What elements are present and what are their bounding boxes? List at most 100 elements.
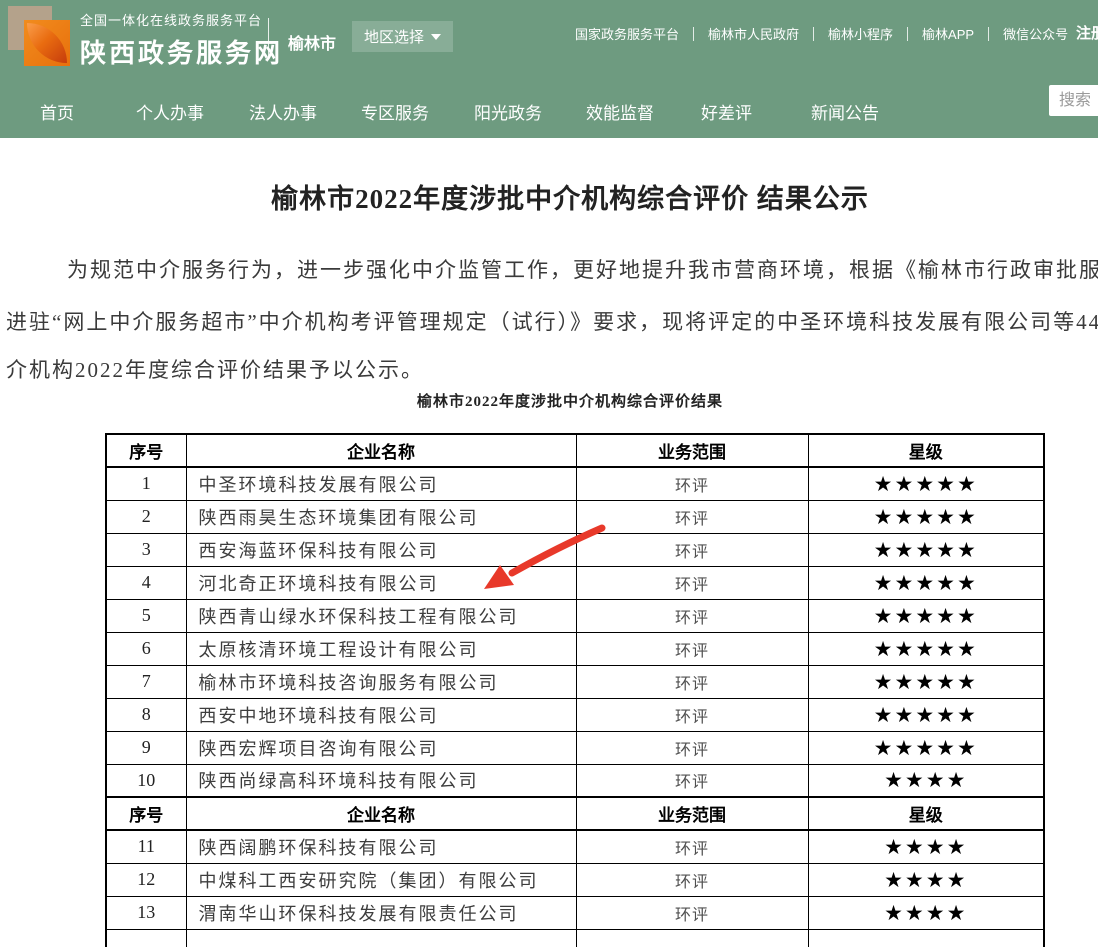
cell-scope: 环评: [576, 731, 808, 764]
link-separator: [813, 27, 814, 41]
cell-company: 陕西尚绿高科环境科技有限公司: [186, 764, 576, 797]
site-name: 陕西政务服务网: [80, 33, 283, 70]
table-row: 10陕西尚绿高科环境科技有限公司环评★★★★: [106, 764, 1044, 797]
top-links: 国家政务服务平台 榆林市人民政府 榆林小程序 榆林APP 微信公众号: [575, 24, 1068, 43]
cell-no: 5: [106, 599, 186, 632]
header-divider: [268, 18, 269, 58]
table-row: 5陕西青山绿水环保科技工程有限公司环评★★★★★: [106, 599, 1044, 632]
column-header: 业务范围: [576, 434, 808, 467]
cell-empty: [808, 929, 1044, 947]
nav-item-corporate[interactable]: 法人办事: [249, 99, 317, 124]
column-header: 序号: [106, 434, 186, 467]
cell-no: 4: [106, 566, 186, 599]
cell-stars: ★★★★★: [808, 533, 1044, 566]
cell-scope: 环评: [576, 698, 808, 731]
cell-no: 6: [106, 632, 186, 665]
cell-stars: ★★★★★: [808, 566, 1044, 599]
cell-no: 8: [106, 698, 186, 731]
region-selector-button[interactable]: 地区选择: [352, 21, 453, 52]
cell-no: 9: [106, 731, 186, 764]
cell-company: 中圣环境科技发展有限公司: [186, 467, 576, 500]
nav-item-open-government[interactable]: 阳光政务: [474, 99, 542, 124]
table-row: 9陕西宏辉项目咨询有限公司环评★★★★★: [106, 731, 1044, 764]
nav-item-home[interactable]: 首页: [40, 99, 74, 124]
top-link-app[interactable]: 榆林APP: [922, 24, 974, 43]
page-title: 榆林市2022年度涉批中介机构综合评价 结果公示: [0, 177, 1098, 216]
nav-item-efficiency-supervision[interactable]: 效能监督: [586, 99, 654, 124]
cell-company: 中煤科工西安研究院（集团）有限公司: [186, 863, 576, 896]
table-row: 7榆林市环境科技咨询服务有限公司环评★★★★★: [106, 665, 1044, 698]
chevron-down-icon: [431, 34, 441, 40]
nav-item-news[interactable]: 新闻公告: [811, 99, 879, 124]
column-header: 序号: [106, 797, 186, 830]
link-separator: [988, 27, 989, 41]
cell-stars: ★★★★★: [808, 731, 1044, 764]
cell-scope: 环评: [576, 533, 808, 566]
cell-stars: ★★★★: [808, 830, 1044, 863]
cell-company: 榆林市环境科技咨询服务有限公司: [186, 665, 576, 698]
table-row: 12中煤科工西安研究院（集团）有限公司环评★★★★: [106, 863, 1044, 896]
cell-stars: ★★★★: [808, 764, 1044, 797]
table-row: 6太原核清环境工程设计有限公司环评★★★★★: [106, 632, 1044, 665]
column-header: 星级: [808, 797, 1044, 830]
top-link-wechat[interactable]: 微信公众号: [1003, 24, 1068, 43]
cell-scope: 环评: [576, 566, 808, 599]
evaluation-table-body: 序号企业名称业务范围星级1中圣环境科技发展有限公司环评★★★★★2陕西雨昊生态环…: [106, 434, 1044, 947]
evaluation-table: 序号企业名称业务范围星级1中圣环境科技发展有限公司环评★★★★★2陕西雨昊生态环…: [105, 433, 1045, 947]
table-row: 13渭南华山环保科技发展有限责任公司环评★★★★: [106, 896, 1044, 929]
page: 全国一体化在线政务服务平台 陕西政务服务网 榆林市 地区选择 国家政务服务平台 …: [0, 0, 1098, 947]
cell-no: 12: [106, 863, 186, 896]
top-link-city-government[interactable]: 榆林市人民政府: [708, 24, 799, 43]
cell-company: 河北奇正环境科技有限公司: [186, 566, 576, 599]
table-caption: 榆林市2022年度涉批中介机构综合评价结果: [0, 390, 1098, 411]
cell-company: 西安中地环境科技有限公司: [186, 698, 576, 731]
column-header: 企业名称: [186, 434, 576, 467]
site-header: 全国一体化在线政务服务平台 陕西政务服务网 榆林市 地区选择 国家政务服务平台 …: [0, 0, 1098, 138]
nav-item-zone-services[interactable]: 专区服务: [361, 99, 429, 124]
cell-stars: ★★★★★: [808, 599, 1044, 632]
cell-no: 10: [106, 764, 186, 797]
table-row: 4河北奇正环境科技有限公司环评★★★★★: [106, 566, 1044, 599]
cell-scope: 环评: [576, 599, 808, 632]
cell-stars: ★★★★★: [808, 698, 1044, 731]
cell-company: 渭南华山环保科技发展有限责任公司: [186, 896, 576, 929]
region-selector-label: 地区选择: [364, 26, 424, 47]
top-link-national-platform[interactable]: 国家政务服务平台: [575, 24, 679, 43]
nav-item-personal[interactable]: 个人办事: [136, 99, 204, 124]
cell-empty: [186, 929, 576, 947]
cell-stars: ★★★★: [808, 863, 1044, 896]
brand-block: 全国一体化在线政务服务平台 陕西政务服务网: [80, 10, 283, 70]
cell-scope: 环评: [576, 500, 808, 533]
table-row: 1中圣环境科技发展有限公司环评★★★★★: [106, 467, 1044, 500]
table-header-row: 序号企业名称业务范围星级: [106, 434, 1044, 467]
announcement-paragraph-line: 进驻“网上中介服务超市”中介机构考评管理规定（试行）》要求，现将评定的中圣环境科…: [6, 306, 1098, 336]
cell-company: 太原核清环境工程设计有限公司: [186, 632, 576, 665]
announcement-paragraph-line: 为规范中介服务行为，进一步强化中介监管工作，更好地提升我市营商环境，根据《榆林市…: [6, 254, 1098, 284]
table-row: 3西安海蓝环保科技有限公司环评★★★★★: [106, 533, 1044, 566]
link-separator: [693, 27, 694, 41]
cell-no: 3: [106, 533, 186, 566]
cell-empty: [576, 929, 808, 947]
cell-stars: ★★★★: [808, 896, 1044, 929]
cell-scope: 环评: [576, 764, 808, 797]
column-header: 企业名称: [186, 797, 576, 830]
register-link[interactable]: 注册: [1076, 22, 1098, 43]
cell-scope: 环评: [576, 830, 808, 863]
cell-scope: 环评: [576, 467, 808, 500]
cell-stars: ★★★★★: [808, 665, 1044, 698]
cell-scope: 环评: [576, 863, 808, 896]
cell-stars: ★★★★★: [808, 632, 1044, 665]
cell-empty: [106, 929, 186, 947]
nav-item-rating[interactable]: 好差评: [701, 99, 752, 124]
cell-no: 13: [106, 896, 186, 929]
current-city-label: 榆林市: [288, 30, 336, 54]
search-input[interactable]: [1049, 85, 1098, 116]
table-row: 8西安中地环境科技有限公司环评★★★★★: [106, 698, 1044, 731]
table-header-row: 序号企业名称业务范围星级: [106, 797, 1044, 830]
cell-no: 7: [106, 665, 186, 698]
cell-no: 11: [106, 830, 186, 863]
cell-scope: 环评: [576, 896, 808, 929]
cell-scope: 环评: [576, 632, 808, 665]
top-link-mini-program[interactable]: 榆林小程序: [828, 24, 893, 43]
link-separator: [907, 27, 908, 41]
